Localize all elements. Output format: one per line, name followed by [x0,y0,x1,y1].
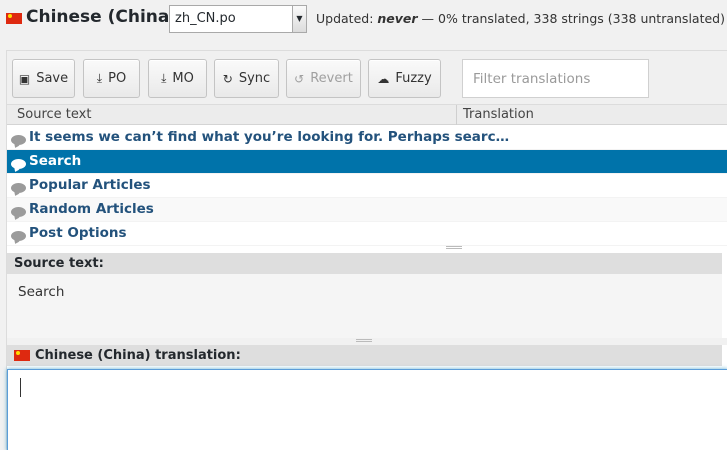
source-text-heading: Source text: [7,253,722,274]
language-title: Chinese (China): [26,7,184,27]
download-icon: ⤓ [96,71,103,85]
dropdown-arrow-icon[interactable]: ▼ [292,6,306,32]
editor-panel: ▣ Save ⤓ PO ⤓ MO ↻ Sync ↺ Revert ☁ Fuzzy… [6,50,727,450]
translation-textarea[interactable] [7,369,727,450]
china-flag-icon [6,13,22,24]
download-mo-button[interactable]: ⤓ MO [148,59,207,98]
column-headers: Source text Translation [7,105,727,125]
download-po-button[interactable]: ⤓ PO [83,59,140,98]
source-column-header[interactable]: Source text [17,107,91,122]
refresh-icon: ↻ [222,71,233,86]
string-row[interactable]: It seems we can’t find what you’re looki… [7,126,727,150]
string-row[interactable]: Post Options [7,222,727,246]
revert-button[interactable]: ↺ Revert [286,59,361,98]
fuzzy-button[interactable]: ☁ Fuzzy [368,59,441,98]
speech-bubble-icon [11,183,26,193]
column-divider[interactable] [456,105,457,125]
speech-bubble-icon [11,159,26,169]
resize-handle[interactable] [356,339,372,342]
china-flag-icon [14,350,30,361]
speech-bubble-icon [11,207,26,217]
save-button[interactable]: ▣ Save [12,59,75,98]
speech-bubble-icon [11,135,26,145]
cloud-icon: ☁ [377,71,390,86]
filter-translations-input[interactable] [462,59,649,98]
translation-heading: Chinese (China) translation: [7,345,722,366]
floppy-icon: ▣ [18,71,31,86]
status-never: never [377,11,418,26]
po-file-value: zh_CN.po [175,11,236,26]
speech-bubble-icon [11,231,26,241]
translation-status: Updated: never — 0% translated, 338 stri… [316,11,725,26]
string-list: It seems we can’t find what you’re looki… [7,126,727,246]
sync-button[interactable]: ↻ Sync [214,59,279,98]
text-cursor [20,378,21,397]
string-row[interactable]: Popular Articles [7,174,727,198]
resize-handle[interactable] [446,246,462,249]
source-text-value: Search [7,274,722,338]
translation-column-header[interactable]: Translation [463,107,534,122]
string-row-selected[interactable]: Search [7,150,727,174]
po-file-select[interactable]: zh_CN.po ▼ [169,5,307,33]
editor-header: Chinese (China): zh_CN.po ▼ Updated: nev… [0,0,727,44]
string-row[interactable]: Random Articles [7,198,727,222]
panel-divider[interactable] [7,338,727,345]
undo-icon: ↺ [294,71,305,86]
download-icon: ⤓ [161,71,167,85]
toolbar: ▣ Save ⤓ PO ⤓ MO ↻ Sync ↺ Revert ☁ Fuzzy [7,51,727,105]
